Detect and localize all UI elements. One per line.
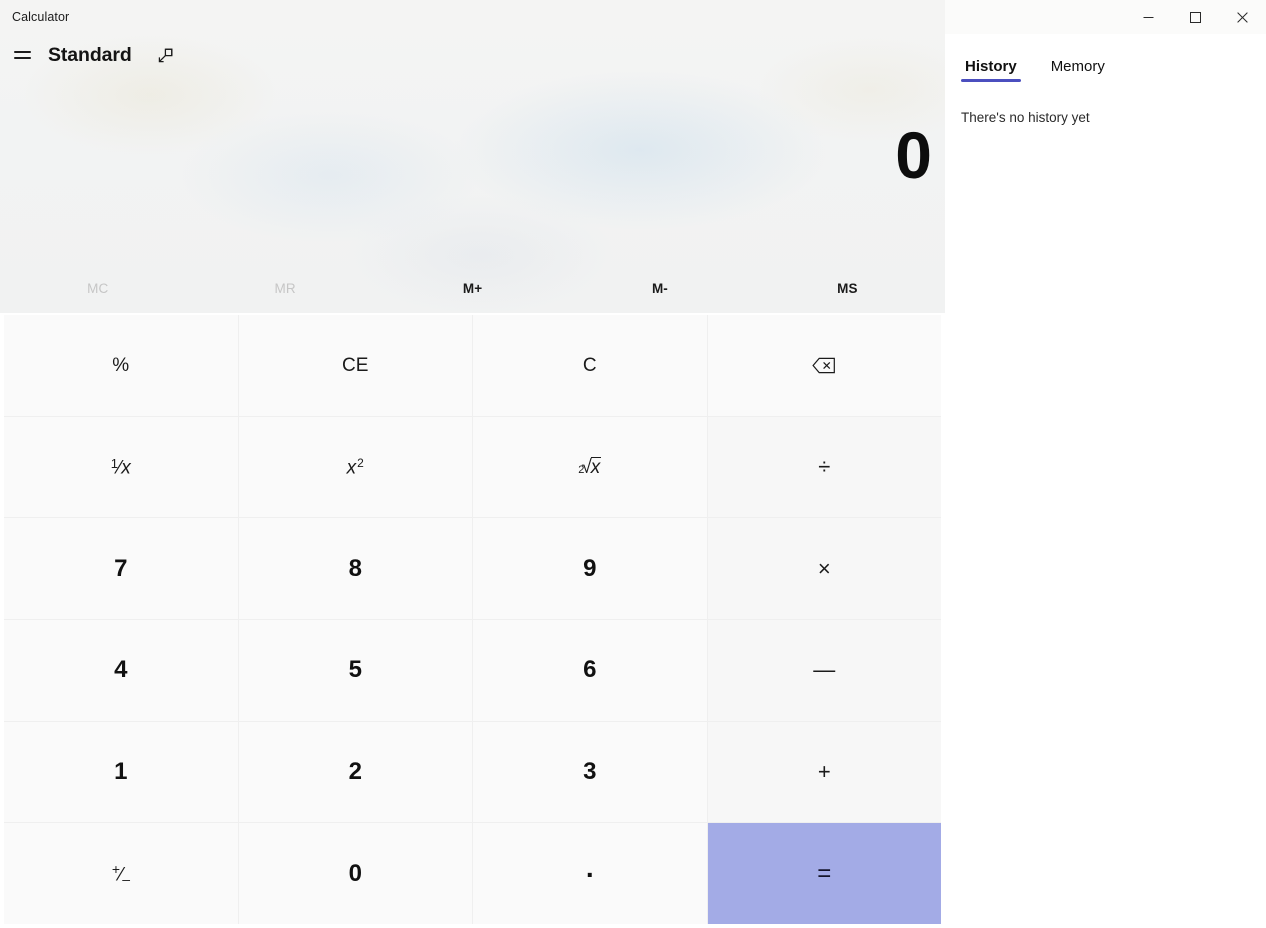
close-button[interactable]	[1219, 0, 1266, 34]
negate-button[interactable]: +⁄–	[4, 823, 238, 924]
subtract-button[interactable]: —	[707, 619, 941, 721]
equals-button[interactable]: =	[707, 823, 941, 924]
digit-7-label: 7	[114, 554, 128, 582]
tab-history-label: History	[965, 58, 1017, 75]
digit-5-label: 5	[348, 656, 362, 684]
divide-label: ÷	[818, 453, 831, 479]
digit-1-button[interactable]: 1	[4, 721, 238, 823]
tab-history[interactable]: History	[961, 58, 1021, 84]
title-bar: Calculator	[0, 0, 1266, 34]
equals-label: =	[817, 859, 832, 887]
clear-entry-label: CE	[342, 354, 369, 376]
tab-memory-label: Memory	[1050, 58, 1105, 75]
display-value: 0	[895, 118, 932, 192]
keypad-grid: % CE C 1⁄x x2 2√x ÷ 7 8 9 × 4 5 6 — 1 2 …	[4, 315, 941, 924]
app-header: Standard	[0, 34, 945, 76]
digit-6-button[interactable]: 6	[473, 619, 707, 721]
multiply-label: ×	[817, 555, 831, 581]
digit-5-button[interactable]: 5	[238, 619, 472, 721]
decimal-point-button[interactable]: .	[473, 823, 707, 924]
digit-1-label: 1	[114, 757, 128, 785]
clear-entry-button[interactable]: CE	[238, 315, 472, 416]
clear-button[interactable]: C	[473, 315, 707, 416]
square-label: x2	[346, 455, 364, 479]
digit-3-button[interactable]: 3	[473, 721, 707, 823]
panel-tab-bar: History Memory	[945, 34, 1266, 84]
memory-add-button[interactable]: M+	[379, 268, 566, 308]
clear-label: C	[582, 354, 597, 376]
hamburger-icon	[13, 47, 31, 62]
digit-2-button[interactable]: 2	[238, 721, 472, 823]
digit-8-label: 8	[348, 554, 362, 582]
backspace-icon	[812, 357, 836, 374]
calculator-display[interactable]: 0	[0, 90, 945, 220]
reciprocal-label: 1⁄x	[110, 455, 131, 479]
digit-4-label: 4	[114, 656, 128, 684]
maximize-icon	[1190, 11, 1201, 23]
memory-clear-button[interactable]: MC	[4, 268, 191, 308]
open-in-new-window-icon	[158, 48, 173, 62]
percent-label: %	[112, 354, 130, 376]
square-root-label: 2√x	[578, 456, 602, 478]
digit-6-label: 6	[583, 656, 597, 684]
decimal-point-label: .	[585, 851, 594, 883]
maximize-button[interactable]	[1172, 0, 1219, 34]
tab-memory[interactable]: Memory	[1047, 58, 1109, 84]
digit-9-button[interactable]: 9	[473, 518, 707, 619]
history-empty-message: There's no history yet	[961, 110, 1090, 125]
digit-3-label: 3	[583, 757, 597, 785]
percent-button[interactable]: %	[4, 315, 238, 416]
digit-0-button[interactable]: 0	[238, 823, 472, 924]
add-button[interactable]: +	[707, 721, 941, 823]
reciprocal-button[interactable]: 1⁄x	[4, 416, 238, 518]
keep-on-top-button[interactable]	[150, 39, 182, 71]
digit-7-button[interactable]: 7	[4, 518, 238, 619]
memory-store-button[interactable]: MS	[754, 268, 941, 308]
minimize-icon	[1143, 16, 1154, 18]
calculator-window: Calculator Standard 0 MC MR M+ M- MS % C…	[0, 0, 1266, 928]
memory-button-row: MC MR M+ M- MS	[4, 268, 941, 308]
negate-label: +⁄–	[111, 860, 130, 887]
subtract-label: —	[813, 657, 836, 683]
backspace-button[interactable]	[707, 315, 941, 416]
divide-button[interactable]: ÷	[707, 416, 941, 518]
square-button[interactable]: x2	[238, 416, 472, 518]
memory-recall-button[interactable]: MR	[191, 268, 378, 308]
navigation-menu-button[interactable]	[0, 35, 44, 75]
multiply-button[interactable]: ×	[707, 518, 941, 619]
digit-8-button[interactable]: 8	[238, 518, 472, 619]
digit-2-label: 2	[348, 757, 362, 785]
minimize-button[interactable]	[1125, 0, 1172, 34]
close-icon	[1237, 11, 1248, 23]
history-memory-panel: History Memory There's no history yet	[945, 34, 1266, 928]
square-root-button[interactable]: 2√x	[473, 416, 707, 518]
window-title: Calculator	[12, 10, 70, 24]
caption-button-group	[1125, 0, 1266, 34]
memory-subtract-button[interactable]: M-	[566, 268, 753, 308]
digit-0-label: 0	[348, 859, 362, 887]
digit-9-label: 9	[583, 554, 597, 582]
calculator-mode-title: Standard	[48, 43, 132, 66]
add-label: +	[817, 758, 831, 784]
digit-4-button[interactable]: 4	[4, 619, 238, 721]
